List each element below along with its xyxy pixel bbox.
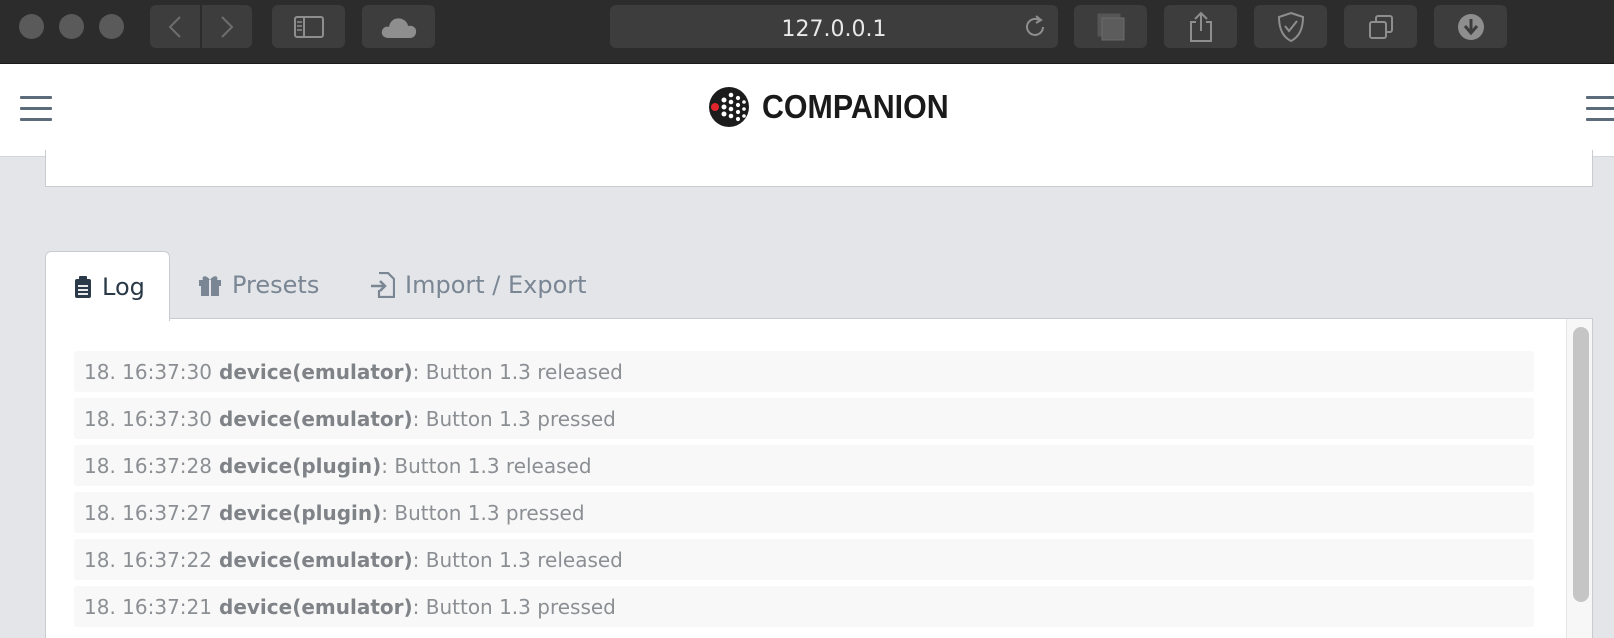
logo-text: COMPANION — [762, 88, 949, 125]
address-bar[interactable]: 127.0.0.1 — [610, 5, 1058, 48]
share-button[interactable] — [1164, 5, 1237, 48]
menu-toggle-left-icon[interactable] — [20, 96, 52, 122]
forward-button[interactable] — [202, 5, 252, 48]
sidebar-button[interactable] — [272, 5, 345, 48]
reader-icon — [1097, 13, 1124, 40]
top-panel — [45, 150, 1593, 187]
log-entry: 18. 16:37:21 device(emulator): Button 1.3… — [74, 586, 1534, 627]
tab-log-label: Log — [102, 272, 145, 301]
back-button[interactable] — [150, 5, 200, 48]
companion-logo-icon — [709, 87, 749, 127]
privacy-button[interactable] — [1254, 5, 1327, 48]
close-window-button[interactable] — [19, 14, 44, 39]
gift-icon — [198, 274, 222, 296]
log-entry: 18. 16:37:28 device(plugin): Button 1.3 r… — [74, 445, 1534, 486]
forward-icon — [221, 15, 234, 38]
tab-presets[interactable]: Presets — [198, 251, 319, 319]
downloads-button[interactable] — [1434, 5, 1507, 48]
address-text: 127.0.0.1 — [781, 17, 887, 42]
tab-presets-label: Presets — [232, 271, 320, 299]
shield-icon — [1277, 11, 1304, 42]
tab-log[interactable]: Log — [45, 251, 170, 321]
log-entry: 18. 16:37:30 device(emulator): Button 1.3… — [74, 351, 1534, 392]
reader-button[interactable] — [1074, 5, 1147, 48]
reload-icon[interactable] — [1022, 14, 1048, 40]
download-icon — [1457, 13, 1484, 40]
log-entry: 18. 16:37:22 device(emulator): Button 1.3… — [74, 539, 1534, 580]
log-scrollbar-thumb[interactable] — [1573, 327, 1589, 602]
log-panel: 18. 16:37:30 device(emulator): Button 1.3… — [45, 318, 1593, 638]
menu-toggle-right-icon[interactable] — [1586, 96, 1614, 122]
minimize-window-button[interactable] — [59, 14, 84, 39]
back-icon — [168, 15, 181, 38]
show-tabs-button[interactable] — [1344, 5, 1417, 48]
share-icon — [1189, 11, 1212, 42]
icloud-tabs-button[interactable] — [362, 5, 435, 48]
tab-import-export[interactable]: Import / Export — [371, 251, 587, 319]
companion-logo: COMPANION — [708, 86, 965, 128]
icloud-icon — [381, 17, 416, 38]
browser-toolbar: 127.0.0.1 — [0, 0, 1614, 64]
app-header: COMPANION — [0, 64, 1614, 157]
log-scrollbar[interactable] — [1566, 319, 1592, 638]
import-icon — [371, 272, 395, 298]
log-entry: 18. 16:37:27 device(plugin): Button 1.3 p… — [74, 492, 1534, 533]
clipboard-icon — [74, 275, 92, 298]
tab-import-export-label: Import / Export — [405, 271, 587, 299]
log-entry: 18. 16:37:30 device(emulator): Button 1.3… — [74, 398, 1534, 439]
zoom-window-button[interactable] — [99, 14, 124, 39]
tabs-icon — [1368, 14, 1393, 39]
sidebar-icon — [293, 15, 324, 38]
